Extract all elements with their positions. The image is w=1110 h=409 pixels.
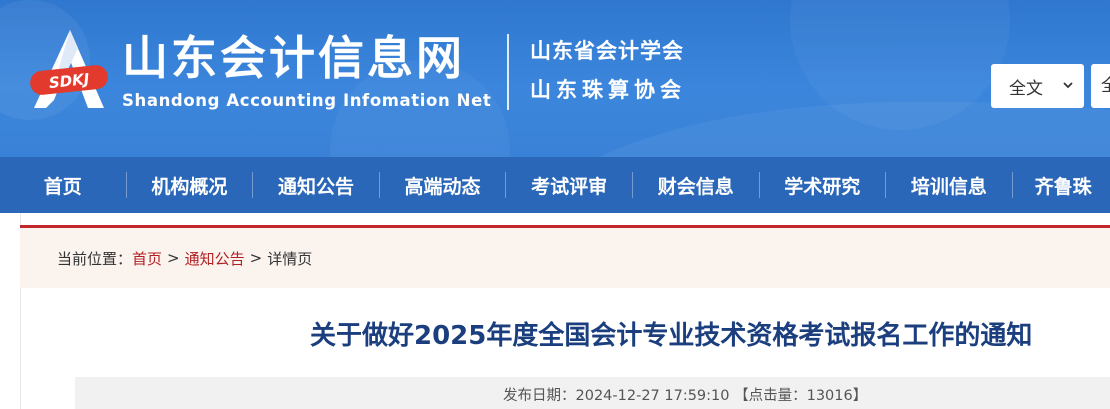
nav-item-qilu-abacus[interactable]: 齐鲁珠 bbox=[1013, 157, 1110, 213]
search-scope-select[interactable]: 全文 bbox=[991, 64, 1084, 108]
article-meta: 发布日期：2024-12-27 17:59:10 【点击量：13016】 bbox=[503, 388, 868, 404]
nav-item-exams[interactable]: 考试评审 bbox=[506, 157, 632, 213]
nav-item-training[interactable]: 培训信息 bbox=[886, 157, 1012, 213]
nav-item-organization[interactable]: 机构概况 bbox=[127, 157, 253, 213]
site-header: SDKJ 山东会计信息网 Shandong Accounting Infomat… bbox=[0, 0, 1110, 157]
breadcrumb-separator: > bbox=[167, 249, 180, 267]
sdkj-logo-icon: SDKJ bbox=[30, 30, 108, 108]
breadcrumb-separator: > bbox=[249, 249, 263, 267]
search-scope-value: 全文 bbox=[1009, 78, 1043, 99]
search-input[interactable]: 全 bbox=[1091, 64, 1110, 108]
nav-item-research[interactable]: 学术研究 bbox=[759, 157, 885, 213]
main-nav: 首页 机构概况 通知公告 高端动态 考试评审 财会信息 学术研究 培训信息 齐鲁… bbox=[0, 157, 1110, 213]
page: SDKJ 山东会计信息网 Shandong Accounting Infomat… bbox=[0, 0, 1110, 409]
site-title: 山东会计信息网 bbox=[122, 31, 465, 85]
breadcrumb-label: 当前位置： bbox=[57, 249, 133, 268]
chevron-down-icon bbox=[1063, 82, 1073, 89]
breadcrumb-current: 详情页 bbox=[267, 249, 313, 268]
association-name-1: 山东省会计学会 bbox=[530, 39, 684, 63]
article-title: 关于做好2025年度全国会计专业技术资格考试报名工作的通知 bbox=[310, 321, 1033, 351]
breadcrumb: 当前位置： 首页 > 通知公告 > 详情页 bbox=[20, 225, 1110, 288]
breadcrumb-section-link[interactable]: 通知公告 bbox=[185, 248, 245, 269]
header-divider bbox=[507, 34, 509, 110]
association-name-2: 山东珠算协会 bbox=[530, 78, 686, 102]
breadcrumb-home-link[interactable]: 首页 bbox=[132, 248, 162, 269]
nav-item-finance-info[interactable]: 财会信息 bbox=[633, 157, 759, 213]
site-subtitle: Shandong Accounting Infomation Net bbox=[122, 91, 492, 110]
nav-item-home[interactable]: 首页 bbox=[0, 157, 126, 213]
nav-item-notices[interactable]: 通知公告 bbox=[253, 157, 379, 213]
nav-item-high-end-news[interactable]: 高端动态 bbox=[380, 157, 506, 213]
